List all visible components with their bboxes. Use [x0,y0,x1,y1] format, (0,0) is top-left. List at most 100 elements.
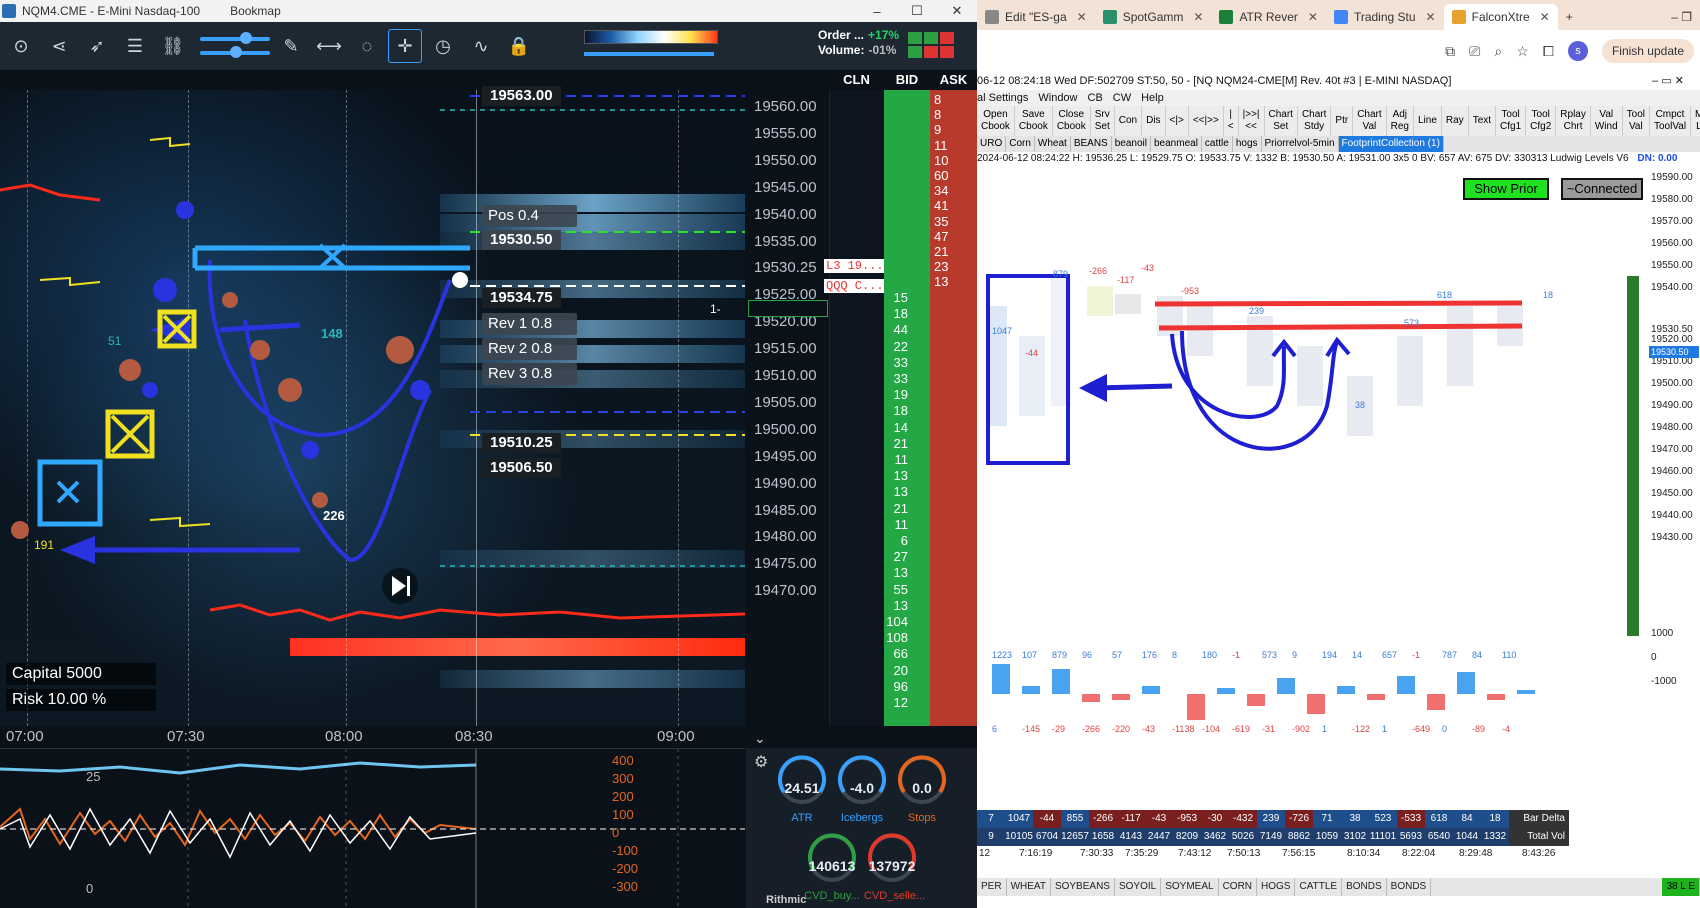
rocket-icon[interactable]: ➶ [80,29,114,63]
close-button[interactable]: ✕ [937,0,977,22]
ninja-menu-item[interactable]: Help [1141,90,1164,106]
tab-close-icon[interactable]: ✕ [1193,10,1203,24]
instrument-tab[interactable]: URO [977,136,1007,152]
bottom-instrument-tab[interactable]: WHEAT [1007,878,1051,896]
cln-column-header[interactable]: CLN [829,70,884,90]
ninja-tool-button[interactable]: Msg Log [1691,106,1700,136]
ninja-tool-button[interactable]: <|> [1166,106,1189,136]
ruler-icon[interactable]: ⟷ [312,29,346,63]
ninja-tool-button[interactable]: Chart Val [1353,106,1387,136]
layers-icon[interactable]: ☰ [118,29,152,63]
ninja-tool-button[interactable]: Line [1414,106,1442,136]
ninja-tool-button[interactable]: Open Cbook [977,106,1015,136]
ninja-price-axis[interactable]: 19590.00 19580.00 19570.00 19560.00 19550.00… [1627,166,1700,806]
ninja-tool-button[interactable]: Tool Cfg1 [1496,106,1527,136]
finish-update-button[interactable]: Finish update [1601,39,1694,63]
bid-column[interactable]: 15 18 44 22 33 33 19 18 14 21 11 13 13 21 11 6 27 13 55 13 1… [884,90,930,726]
ninja-tool-button[interactable]: Ptr [1331,106,1354,136]
ninja-tool-button[interactable]: Con [1115,106,1143,136]
ninja-menu-item[interactable]: CB [1088,90,1103,106]
tab-close-icon[interactable]: ✕ [1540,10,1550,24]
share-icon[interactable]: ⋖ [42,29,76,63]
maximize-button[interactable]: ☐ [897,0,937,22]
ninja-menu-item[interactable]: Window [1038,90,1077,106]
collapse-chevron-icon[interactable]: ⌄ [754,730,766,747]
ninja-tool-button[interactable]: Ray [1442,106,1469,136]
tab-close-icon[interactable]: ✕ [1426,10,1436,24]
heatmap-gradient-slider[interactable] [584,52,714,56]
link-icon[interactable]: ⛓ [156,29,190,63]
ninja-tool-button[interactable]: <<|>> [1189,106,1224,136]
footprint-chart[interactable]: 1047 -44 879 -266 -117 -43 -953 239 618 … [977,166,1627,806]
ninja-tool-button[interactable]: Chart Stdy [1298,106,1332,136]
minimize-button[interactable]: – [857,0,897,22]
instrument-tab[interactable]: hogs [1233,136,1262,152]
bottom-instrument-tab[interactable]: PER [977,878,1007,896]
ninja-menu-item[interactable]: al Settings [977,90,1028,106]
screenshot-icon[interactable]: ⧉ [1445,43,1455,60]
pencil-icon[interactable]: ✎ [274,29,308,63]
tab-close-icon[interactable]: ✕ [1077,10,1087,24]
bookmark-star-icon[interactable]: ☆ [1516,43,1529,60]
bottom-instrument-tab[interactable]: SOYOIL [1115,878,1162,896]
heatmap-color-gradient[interactable] [584,30,718,44]
instrument-tab[interactable]: FootprintCollection (1) [1338,136,1444,152]
crosshair-icon[interactable]: ✛ [388,29,422,63]
bottom-instrument-tab[interactable]: SOYBEANS [1051,878,1115,896]
instrument-tab[interactable]: Wheat [1035,136,1071,152]
browser-tab[interactable]: ATR Rever ✕ [1211,4,1326,30]
bottom-instrument-tab[interactable]: CATTLE [1295,878,1343,896]
instrument-tab[interactable]: BEANS [1071,136,1112,152]
contrast-slider[interactable] [200,46,270,58]
instrument-tab[interactable]: Priorrelvol-5min [1262,136,1339,152]
cast-icon[interactable]: ⎚ [1469,43,1480,60]
browser-tab[interactable]: Edit "ES-ga ✕ [977,4,1095,30]
zoom-icon[interactable]: ⌕ [1494,43,1502,60]
bid-column-header[interactable]: BID [884,70,930,90]
timer-icon[interactable]: ◷ [426,29,460,63]
extensions-puzzle-icon[interactable]: ⧠ [1543,43,1554,60]
brightness-slider[interactable] [200,32,270,44]
profile-avatar[interactable]: s [1567,41,1588,61]
tab-close-icon[interactable]: ✕ [1308,10,1318,24]
ninja-tool-button[interactable]: Tool Cfg2 [1526,106,1557,136]
ask-column[interactable]: 8 8 9 11 10 60 34 41 35 47 21 23 13 [930,90,977,726]
bottom-instrument-tab[interactable]: BONDS [1387,878,1432,896]
ninja-tool-button[interactable]: Text [1469,106,1497,136]
show-prior-button[interactable]: Show Prior [1463,178,1549,200]
ask-column-header[interactable]: ASK [930,70,977,90]
lock-icon[interactable]: 🔒 [502,29,536,63]
gear-icon[interactable]: ⚙ [754,752,768,772]
browser-tab[interactable]: SpotGamm ✕ [1095,4,1212,30]
bottom-instrument-tab[interactable]: HOGS [1257,878,1296,896]
ninja-tool-button[interactable]: Srv Set [1091,106,1115,136]
new-tab-button[interactable]: + [1558,4,1581,30]
heatmap-chart[interactable]: 148 226 51 191 Capital 5000 Risk 10.00 % [0,90,745,726]
ninja-tool-button[interactable]: |< [1224,106,1239,136]
ninja-tool-button[interactable]: Chart Set [1265,106,1298,136]
indicator-icon[interactable]: ∿ [464,29,498,63]
ninja-tool-button[interactable]: Dis [1142,106,1166,136]
chat-icon[interactable]: ◌ [350,29,384,63]
instrument-tab[interactable]: beanoil [1112,136,1151,152]
browser-window-controls[interactable]: – ❐ [1663,4,1700,30]
ninja-window-controls[interactable]: – ▭ ✕ [1652,72,1684,90]
instrument-tab[interactable]: beanmeal [1151,136,1202,152]
cvd-subchart[interactable]: 400 300 200 100 0 -100 -200 -300 25 0 [0,748,745,908]
crosshair-target-icon[interactable]: ⊙ [4,29,38,63]
ninja-tool-button[interactable]: Adj Reg [1387,106,1414,136]
bottom-instrument-tab[interactable]: BONDS [1342,878,1387,896]
ninja-tool-button[interactable]: Save Cbook [1015,106,1053,136]
instrument-tab[interactable]: Corn [1006,136,1035,152]
bottom-instrument-tab[interactable]: SOYMEAL [1161,878,1219,896]
ninja-tool-button[interactable]: Val Wind [1591,106,1623,136]
bottom-instrument-tab[interactable]: CORN [1219,878,1258,896]
ninja-tool-button[interactable]: Cmpct ToolVal [1650,106,1692,136]
ninja-tool-button[interactable]: Rplay Chrt [1556,106,1591,136]
ninja-tool-button[interactable]: |>>|<< [1239,106,1265,136]
browser-tab[interactable]: FalconXtre ✕ [1443,4,1558,30]
browser-tab[interactable]: Trading Stu ✕ [1326,4,1444,30]
ninja-tool-button[interactable]: Tool Val [1623,106,1650,136]
ninja-menu-item[interactable]: CW [1113,90,1131,106]
price-axis[interactable]: 19560.00 19555.00 19550.00 19545.00 19540.00… [746,90,829,726]
